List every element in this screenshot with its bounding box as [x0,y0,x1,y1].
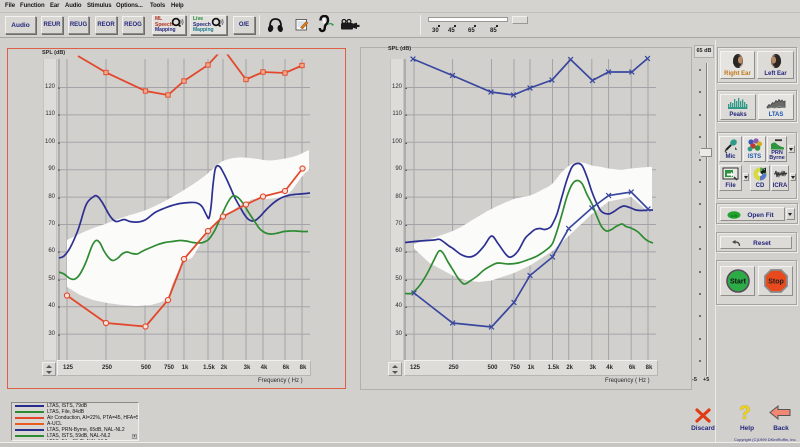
svg-text:Stop: Stop [768,279,784,286]
svg-text:Start: Start [730,279,747,286]
